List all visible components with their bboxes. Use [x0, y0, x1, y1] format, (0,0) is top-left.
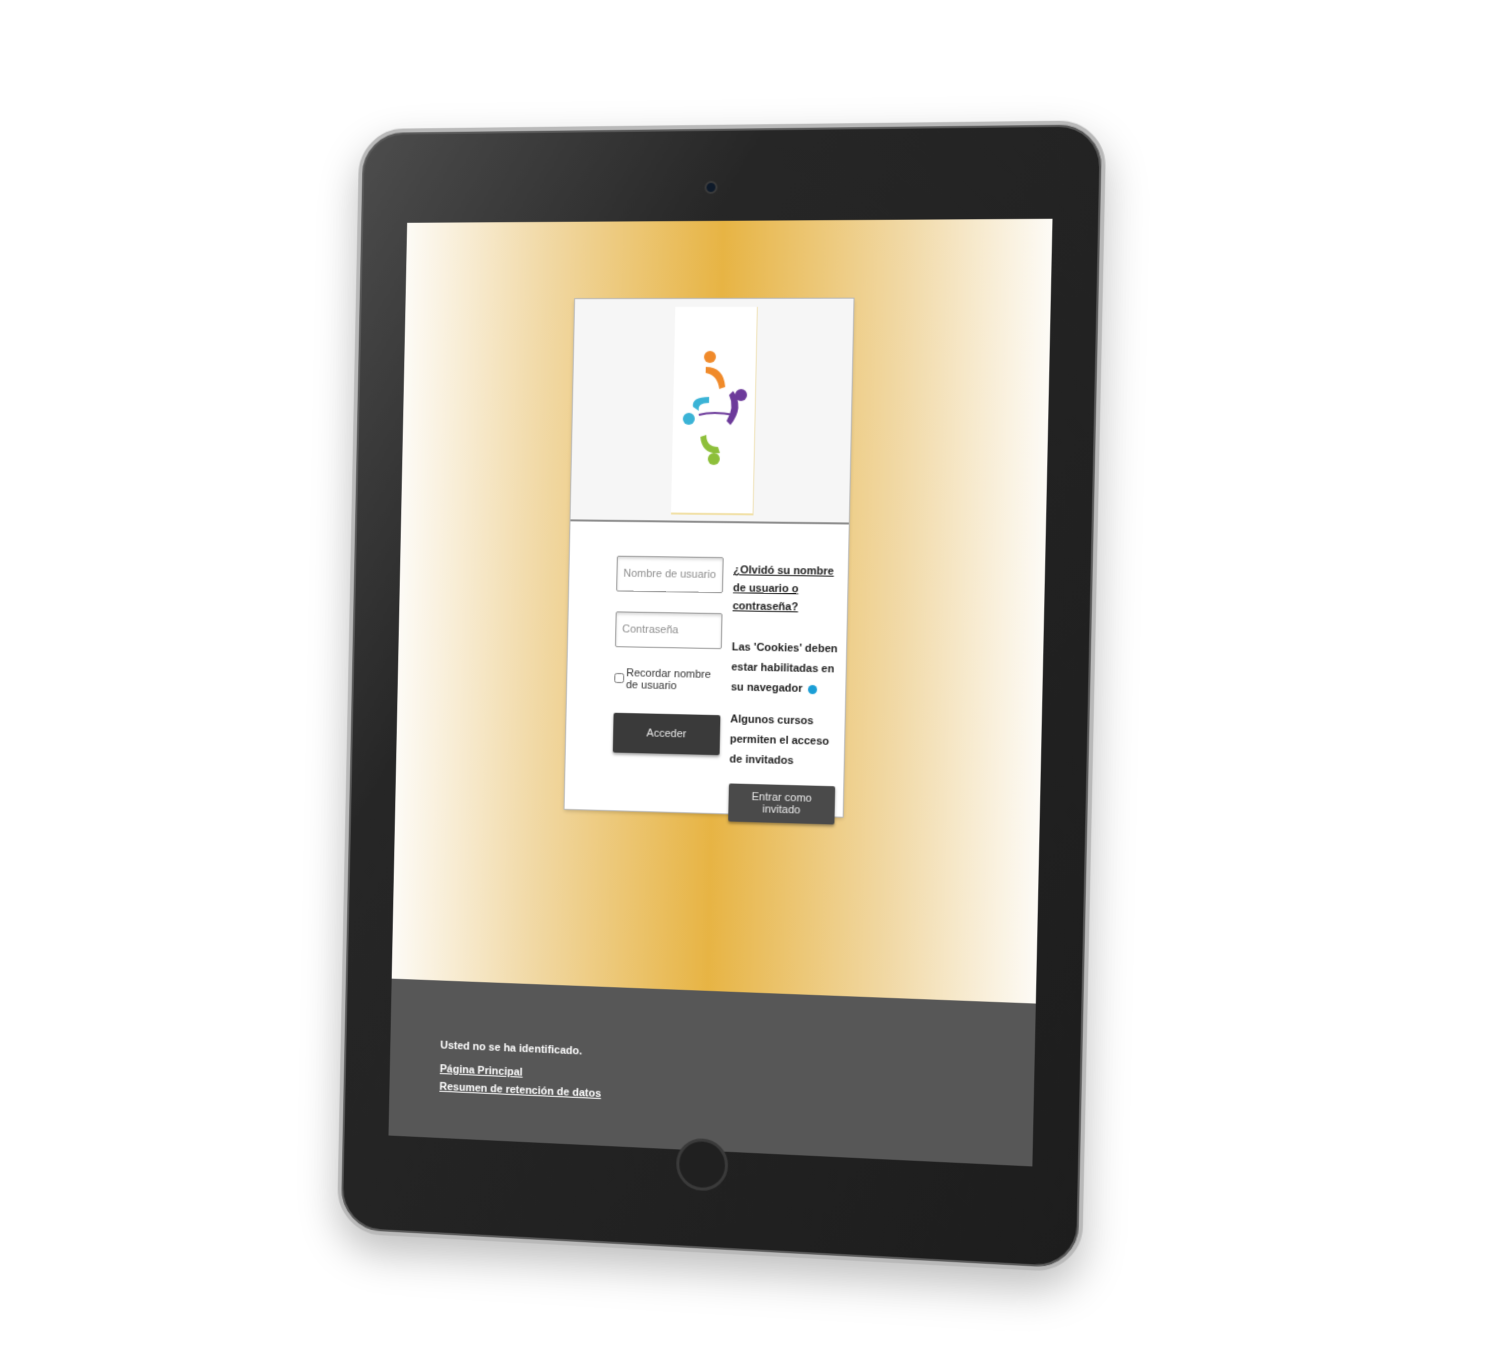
- cookies-notice-text: Las 'Cookies' deben estar habilitadas en…: [730, 641, 838, 695]
- guest-login-button[interactable]: Entrar como invitado: [728, 783, 836, 825]
- people-circle-logo-icon: [682, 350, 748, 465]
- guest-notice: Algunos cursos permiten el acceso de inv…: [729, 713, 830, 768]
- login-form: Recordar nombre de usuario Acceder: [612, 555, 726, 756]
- login-status: Usted no se ha identificado.: [440, 1039, 583, 1058]
- home-page-link[interactable]: Página Principal: [440, 1063, 602, 1082]
- login-button[interactable]: Acceder: [612, 712, 721, 756]
- username-input[interactable]: [616, 555, 724, 594]
- cookies-notice: Las 'Cookies' deben estar habilitadas en…: [731, 637, 845, 699]
- footer-content: Usted no se ha identificado. Página Prin…: [439, 1040, 602, 1106]
- page-footer: Usted no se ha identificado. Página Prin…: [388, 978, 1036, 1167]
- forgot-password-link[interactable]: ¿Olvidó su nombre de usuario o contraseñ…: [732, 561, 845, 617]
- tablet-screen: Recordar nombre de usuario Acceder ¿Olvi…: [388, 218, 1053, 1167]
- logo-area: [570, 298, 854, 525]
- login-card: Recordar nombre de usuario Acceder ¿Olvi…: [564, 298, 854, 825]
- login-help: ¿Olvidó su nombre de usuario o contraseñ…: [728, 561, 846, 825]
- camera-icon: [704, 180, 718, 194]
- remember-username[interactable]: Recordar nombre de usuario: [614, 667, 723, 693]
- tablet-device: Recordar nombre de usuario Acceder ¿Olvi…: [336, 120, 1107, 1274]
- info-icon[interactable]: [807, 684, 817, 694]
- data-retention-link[interactable]: Resumen de retención de datos: [439, 1081, 601, 1100]
- remember-label: Recordar nombre de usuario: [625, 667, 712, 693]
- site-logo: [670, 306, 758, 516]
- remember-checkbox[interactable]: [614, 673, 625, 684]
- password-input[interactable]: [614, 611, 723, 650]
